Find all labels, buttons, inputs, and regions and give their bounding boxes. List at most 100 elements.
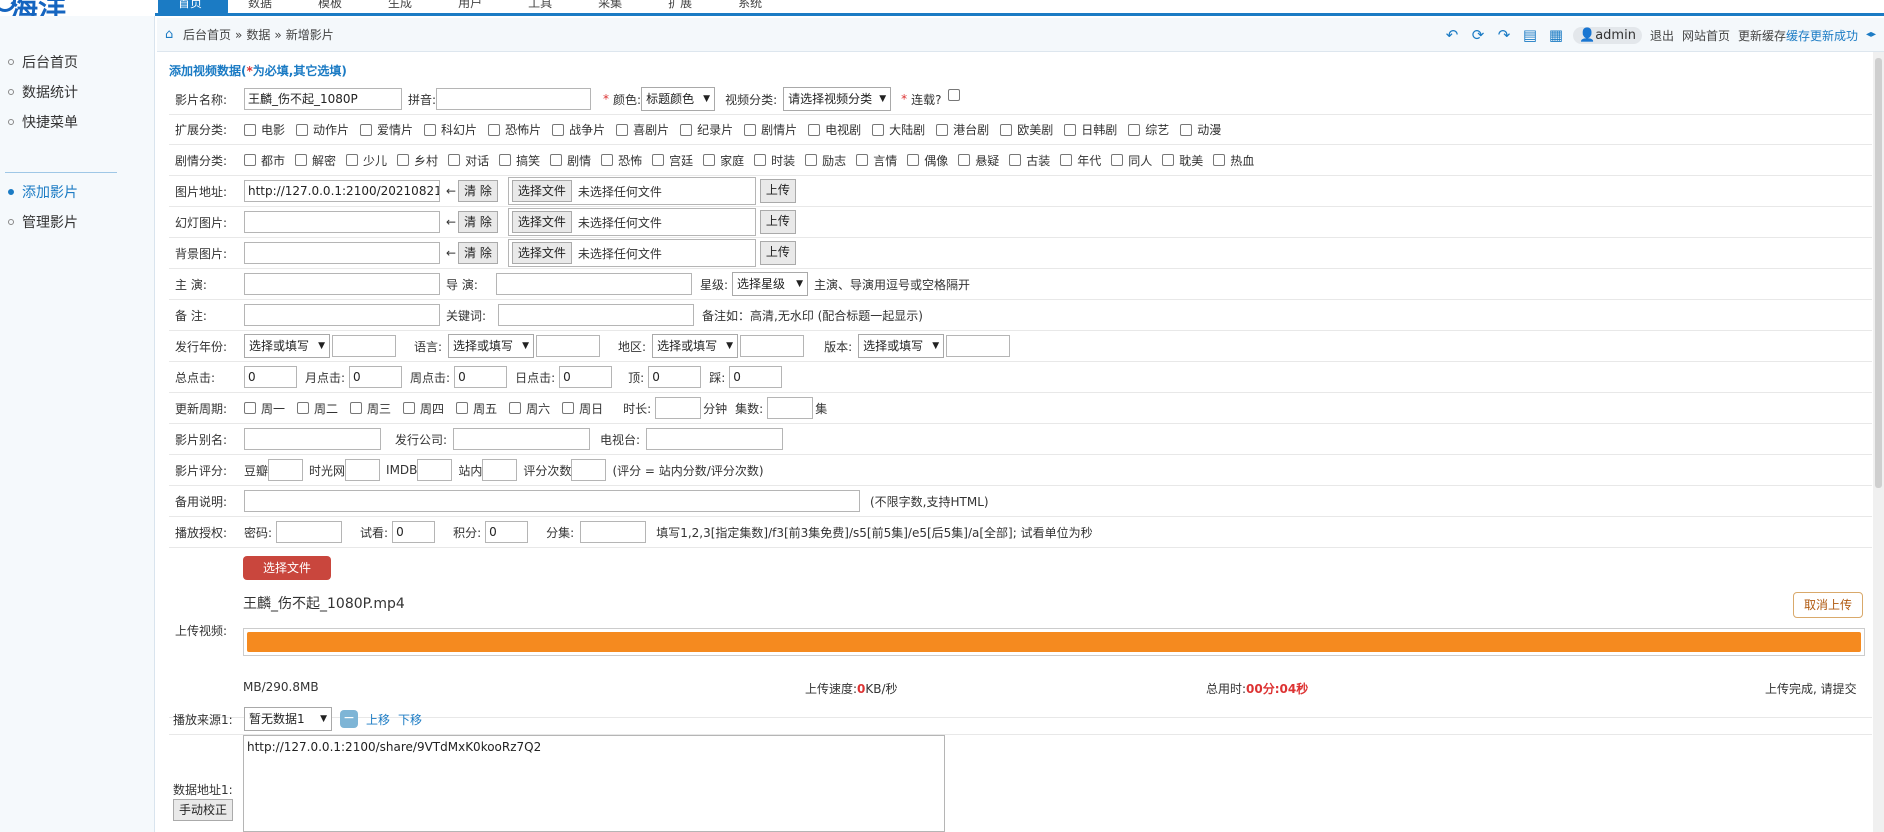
plot-category-option[interactable]: 励志	[805, 152, 846, 169]
ext-category-checkbox[interactable]	[488, 123, 501, 136]
ext-category-checkbox[interactable]	[244, 123, 256, 136]
source-select[interactable]: 暂无数据1 ▼	[244, 707, 332, 731]
points-input[interactable]: 0	[485, 521, 529, 543]
plot-category-checkbox[interactable]	[448, 154, 461, 166]
area-select[interactable]: 选择或填写 ▼	[652, 334, 739, 358]
ext-category-checkbox[interactable]	[1128, 123, 1141, 136]
data-url-textarea[interactable]: http://127.0.0.1:2100/share/9VTdMxK0kooR…	[243, 735, 945, 832]
plot-category-checkbox[interactable]	[397, 154, 410, 166]
ext-category-checkbox[interactable]	[1180, 123, 1193, 136]
slide-upload-button[interactable]: 上传	[759, 210, 796, 234]
refresh-icon[interactable]: ⟳	[1469, 26, 1487, 44]
upload-choose-file-button[interactable]: 选择文件	[243, 556, 331, 580]
ext-category-checkbox[interactable]	[616, 123, 629, 136]
plot-category-option[interactable]: 搞笑	[499, 152, 540, 169]
plot-category-option[interactable]: 乡村	[397, 152, 438, 169]
plot-category-checkbox[interactable]	[958, 154, 971, 166]
calculator-icon[interactable]: ▤	[1521, 26, 1539, 44]
plot-category-checkbox[interactable]	[346, 154, 359, 166]
duration-input[interactable]	[655, 397, 702, 419]
plot-category-checkbox[interactable]	[805, 154, 818, 166]
move-up-link[interactable]: 上移	[366, 711, 390, 728]
ext-category-checkbox[interactable]	[424, 123, 437, 136]
plot-category-option[interactable]: 对话	[448, 152, 489, 169]
ext-category-option[interactable]: 剧情片	[744, 121, 797, 138]
plot-category-option[interactable]: 偶像	[907, 152, 948, 169]
serial-checkbox[interactable]	[947, 89, 960, 101]
ext-category-checkbox[interactable]	[552, 123, 565, 136]
top-nav-tools[interactable]: 工具	[508, 0, 578, 14]
ext-category-checkbox[interactable]	[680, 123, 693, 136]
top-nav-generate[interactable]: 生成	[368, 0, 438, 14]
plot-category-checkbox[interactable]	[754, 154, 767, 166]
ext-category-checkbox[interactable]	[808, 123, 821, 136]
plot-category-option[interactable]: 热血	[1213, 152, 1254, 169]
ext-category-option[interactable]: 电影	[244, 121, 285, 138]
ext-category-option[interactable]: 电视剧	[808, 121, 861, 138]
plot-category-checkbox[interactable]	[1111, 154, 1124, 166]
site-home-link[interactable]: 网站首页	[1682, 27, 1730, 44]
picture-file-picker[interactable]: 选择文件 未选择任何文件	[507, 177, 756, 205]
trial-input[interactable]: 0	[392, 521, 436, 543]
plot-category-option[interactable]: 宫廷	[652, 152, 693, 169]
picture-url-input[interactable]: http://127.0.0.1:2100/20210821/2	[244, 180, 440, 202]
ext-category-option[interactable]: 恐怖片	[488, 121, 541, 138]
plot-category-checkbox[interactable]	[1213, 154, 1226, 166]
page-scrollbar-thumb[interactable]	[1875, 58, 1882, 488]
plot-category-checkbox[interactable]	[295, 154, 308, 166]
ext-category-option[interactable]: 大陆剧	[872, 121, 925, 138]
plot-category-option[interactable]: 年代	[1060, 152, 1101, 169]
ext-category-checkbox[interactable]	[1064, 123, 1077, 136]
name-input[interactable]: 王麟_伤不起_1080P	[244, 88, 402, 110]
score-count-input[interactable]	[571, 459, 607, 481]
ext-category-checkbox[interactable]	[744, 123, 757, 136]
slide-file-picker[interactable]: 选择文件 未选择任何文件	[507, 208, 756, 236]
cache-update-link[interactable]: 更新缓存	[1738, 27, 1786, 44]
background-file-picker[interactable]: 选择文件 未选择任何文件	[507, 239, 756, 267]
remark-input[interactable]	[244, 304, 440, 326]
plot-category-checkbox[interactable]	[499, 154, 512, 166]
keywords-input[interactable]	[498, 304, 694, 326]
plot-category-option[interactable]: 解密	[295, 152, 336, 169]
version-select[interactable]: 选择或填写 ▼	[858, 334, 945, 358]
plot-category-checkbox[interactable]	[550, 154, 563, 166]
plot-category-option[interactable]: 时装	[754, 152, 795, 169]
ext-category-option[interactable]: 综艺	[1128, 121, 1169, 138]
top-nav-collect[interactable]: 采集	[578, 0, 648, 14]
tv-input[interactable]	[646, 428, 784, 450]
ext-category-checkbox[interactable]	[936, 123, 949, 136]
weekday-option[interactable]: 周日	[562, 400, 603, 417]
plot-category-option[interactable]: 悬疑	[958, 152, 999, 169]
notes-input[interactable]	[244, 490, 860, 512]
site-score-input[interactable]	[482, 459, 518, 481]
weekday-option[interactable]: 周五	[456, 400, 497, 417]
weekday-option[interactable]: 周三	[350, 400, 391, 417]
picture-upload-button[interactable]: 上传	[759, 179, 796, 203]
plot-category-option[interactable]: 古装	[1009, 152, 1050, 169]
ext-category-option[interactable]: 爱情片	[360, 121, 413, 138]
top-nav-data[interactable]: 数据	[228, 0, 298, 14]
pinyin-input[interactable]	[436, 88, 592, 110]
plot-category-option[interactable]: 言情	[856, 152, 897, 169]
logout-link[interactable]: 退出	[1650, 27, 1674, 44]
top-nav-home[interactable]: 首页	[158, 0, 229, 14]
plot-category-option[interactable]: 恐怖	[601, 152, 642, 169]
background-upload-button[interactable]: 上传	[759, 241, 796, 265]
down-input[interactable]: 0	[729, 366, 783, 388]
ext-category-option[interactable]: 喜剧片	[616, 121, 669, 138]
plot-category-option[interactable]: 同人	[1111, 152, 1152, 169]
hits-month-input[interactable]: 0	[349, 366, 403, 388]
ext-category-option[interactable]: 科幻片	[424, 121, 477, 138]
weekday-checkbox[interactable]	[244, 402, 256, 414]
ext-category-option[interactable]: 动漫	[1180, 121, 1221, 138]
color-select[interactable]: 标题颜色 ▼	[641, 87, 716, 111]
sidebar-item-stats[interactable]: 数据统计	[0, 78, 155, 106]
plot-category-checkbox[interactable]	[244, 154, 256, 166]
ext-category-checkbox[interactable]	[872, 123, 885, 136]
plot-category-checkbox[interactable]	[1009, 154, 1022, 166]
alias-input[interactable]	[244, 428, 381, 450]
douban-input[interactable]	[268, 459, 304, 481]
ext-category-option[interactable]: 欧美剧	[1000, 121, 1053, 138]
plot-category-checkbox[interactable]	[601, 154, 614, 166]
forward-icon[interactable]: ↷	[1495, 26, 1513, 44]
